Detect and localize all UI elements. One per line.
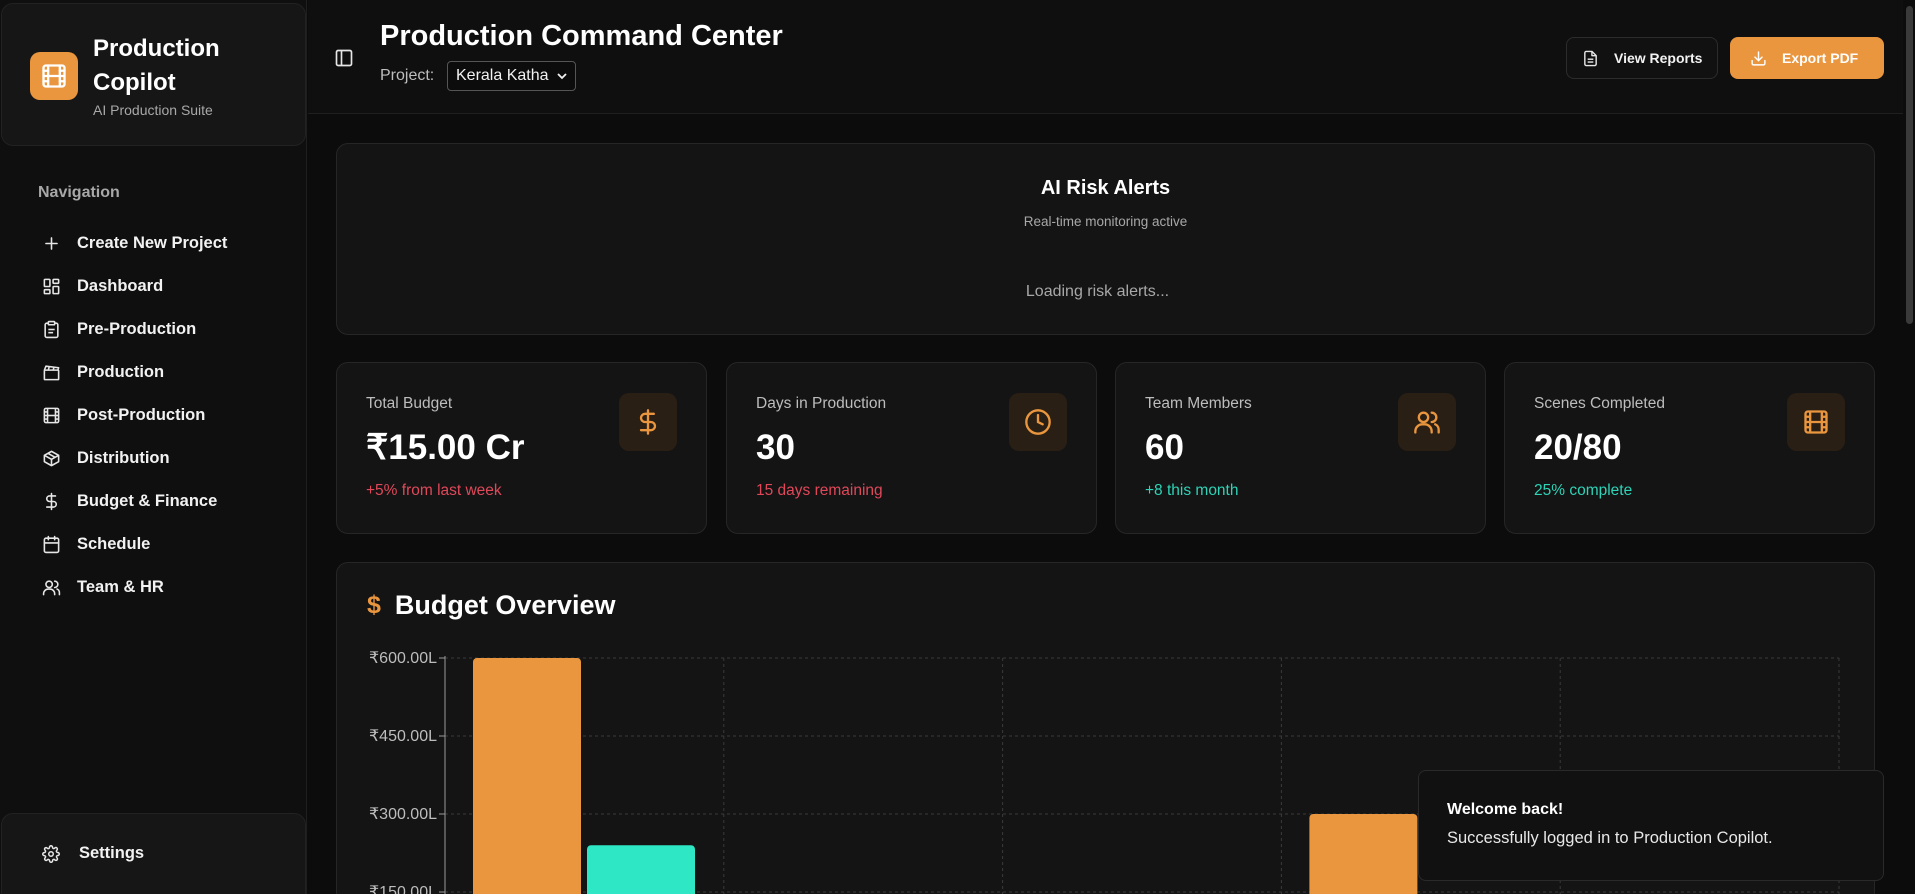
ai-risk-alerts-panel: AI Risk Alerts Real-time monitoring acti…: [336, 143, 1875, 335]
sidebar-item-label: Budget & Finance: [77, 492, 218, 510]
sidebar-footer: Settings: [1, 813, 306, 894]
sidebar-item-label: Distribution: [77, 449, 170, 467]
project-label: Project:: [380, 67, 435, 84]
view-reports-button[interactable]: View Reports: [1566, 37, 1718, 79]
clock-icon: [1009, 393, 1067, 451]
clapperboard-icon: [43, 365, 60, 381]
sidebar-item-label: Team & HR: [77, 578, 164, 596]
sidebar-item-label: Dashboard: [77, 277, 164, 295]
bar-allocated: [1309, 814, 1418, 894]
stat-value: 30: [756, 428, 795, 467]
welcome-toast[interactable]: Welcome back! Successfully logged in to …: [1418, 770, 1884, 881]
alerts-title: AI Risk Alerts: [1040, 177, 1171, 199]
sidebar-item-label: Create New Project: [77, 234, 228, 252]
y-tick-label: ₹600.00L: [369, 650, 437, 667]
view-reports-label: View Reports: [1614, 50, 1703, 66]
top-header: Production Command Center Project: Keral…: [308, 0, 1915, 114]
sidebar-item-schedule[interactable]: Schedule: [30, 523, 290, 566]
film-icon: [1787, 393, 1845, 451]
nav-heading: Navigation: [38, 184, 120, 201]
stat-label: Total Budget: [366, 395, 453, 412]
sidebar-item-production[interactable]: Production: [30, 351, 290, 394]
sidebar-item-distribution[interactable]: Distribution: [30, 437, 290, 480]
project-select[interactable]: Kerala Katha: [447, 61, 576, 91]
sidebar-item-budget-finance[interactable]: Budget & Finance: [30, 480, 290, 523]
stat-card-total-budget: Total Budget ₹15.00 Cr +5% from last wee…: [336, 362, 707, 534]
sidebar-item-settings[interactable]: Settings: [42, 844, 144, 863]
scrollbar-thumb[interactable]: [1906, 6, 1913, 324]
alerts-subtitle: Real-time monitoring active: [1023, 214, 1188, 229]
sidebar: Production Copilot AI Production Suite N…: [0, 0, 307, 894]
sidebar-item-label: Post-Production: [77, 406, 206, 424]
calendar-icon: [43, 535, 60, 554]
film-icon: [43, 407, 60, 424]
stat-note: +8 this month: [1145, 482, 1239, 499]
page-scrollbar[interactable]: [1903, 0, 1915, 894]
users-icon: [1398, 393, 1456, 451]
stat-note: +5% from last week: [366, 482, 502, 499]
film-logo-icon: [30, 52, 78, 100]
stat-card-team-members: Team Members 60 +8 this month: [1115, 362, 1486, 534]
stat-label: Scenes Completed: [1534, 395, 1665, 412]
y-tick-label: ₹450.00L: [369, 728, 437, 745]
dollar-icon: [619, 393, 677, 451]
bar-allocated: [473, 658, 581, 894]
users-icon: [42, 580, 61, 596]
stat-value: ₹15.00 Cr: [366, 428, 525, 467]
stat-card-days-in-production: Days in Production 30 15 days remaining: [726, 362, 1097, 534]
export-pdf-label: Export PDF: [1782, 50, 1859, 66]
sidebar-item-label: Pre-Production: [77, 320, 197, 338]
stat-label: Days in Production: [756, 395, 887, 412]
stat-note: 25% complete: [1534, 482, 1633, 499]
sidebar-item-label: Schedule: [77, 535, 151, 553]
stat-card-scenes-completed: Scenes Completed 20/80 25% complete: [1504, 362, 1875, 534]
stat-value: 60: [1145, 428, 1184, 467]
gear-icon: [42, 844, 60, 863]
y-tick-label: ₹300.00L: [369, 806, 437, 823]
chevron-down-icon: [556, 73, 567, 80]
brand-card: Production Copilot AI Production Suite: [1, 3, 306, 146]
bar-spent: [587, 845, 695, 894]
grid-icon: [43, 278, 60, 295]
sidebar-item-team-hr[interactable]: Team & HR: [30, 566, 290, 609]
stat-label: Team Members: [1145, 395, 1252, 412]
document-icon: [1584, 50, 1597, 66]
brand-subtitle: AI Production Suite: [93, 102, 213, 118]
toast-title: Welcome back!: [1447, 801, 1564, 818]
sidebar-nav: Create New Project Dashboard Pre-Product…: [30, 222, 290, 609]
dollar-icon: [45, 492, 57, 511]
brand-title: Production Copilot: [93, 35, 220, 96]
sidebar-toggle-icon[interactable]: [334, 48, 354, 68]
alerts-loading-text: Loading risk alerts...: [1025, 283, 1170, 300]
page-title: Production Command Center: [380, 20, 783, 52]
export-pdf-button[interactable]: Export PDF: [1730, 37, 1884, 79]
project-select-value: Kerala Katha: [456, 67, 549, 84]
package-icon: [43, 450, 60, 467]
download-icon: [1751, 50, 1766, 66]
stat-note: 15 days remaining: [756, 482, 883, 499]
sidebar-item-dashboard[interactable]: Dashboard: [30, 265, 290, 308]
stat-value: 20/80: [1534, 428, 1622, 467]
app-root: Production Copilot AI Production Suite N…: [0, 0, 1915, 894]
sidebar-item-create-new-project[interactable]: Create New Project: [30, 222, 290, 265]
clipboard-icon: [44, 320, 59, 339]
sidebar-item-post-production[interactable]: Post-Production: [30, 394, 290, 437]
settings-label: Settings: [79, 844, 145, 862]
plus-icon: [45, 237, 58, 250]
sidebar-item-label: Production: [77, 363, 165, 381]
y-tick-label: ₹150.00L: [369, 884, 437, 894]
sidebar-item-pre-production[interactable]: Pre-Production: [30, 308, 290, 351]
toast-message: Successfully logged in to Production Cop…: [1447, 829, 1773, 847]
